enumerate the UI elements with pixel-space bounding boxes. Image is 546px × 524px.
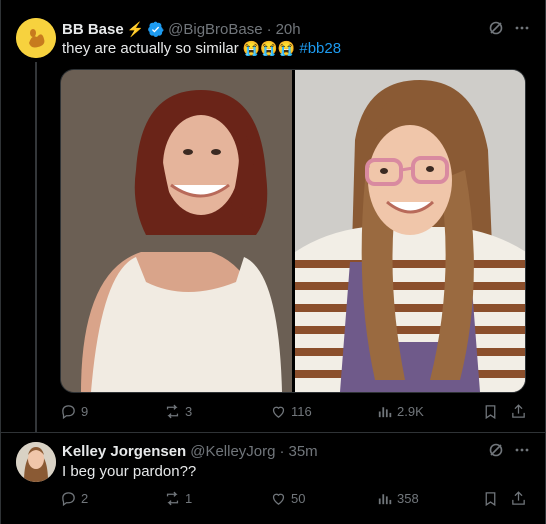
reply-top-actions xyxy=(488,442,530,458)
reply-separator-dot: · xyxy=(279,442,285,460)
reply-icon xyxy=(62,492,75,507)
share-icon xyxy=(512,491,525,505)
bolt-badge: ⚡ xyxy=(126,20,145,37)
like-count: 50 xyxy=(291,491,306,506)
like-button[interactable]: 50 xyxy=(270,490,305,507)
avatar-kelley-jorgensen[interactable] xyxy=(16,442,56,482)
tweet-top-actions xyxy=(488,20,530,36)
reply-actions: 2 1 50 358 xyxy=(60,490,530,510)
views-button[interactable]: 358 xyxy=(376,490,419,507)
reply-icon xyxy=(62,405,75,420)
reply-button[interactable]: 2 xyxy=(60,490,88,507)
repost-count: 1 xyxy=(185,491,193,506)
reply-header: Kelley Jorgensen @KelleyJorg · 35m xyxy=(62,441,318,461)
thread-line xyxy=(35,62,37,432)
bookmark-icon xyxy=(485,405,496,420)
tweet-actions: 9 3 116 2.9K xyxy=(60,403,530,423)
author-name[interactable]: BB Base xyxy=(62,21,124,38)
tweet-media[interactable] xyxy=(60,69,526,393)
reply-author-name[interactable]: Kelley Jorgensen xyxy=(62,443,186,460)
timestamp[interactable]: 20h xyxy=(276,21,301,38)
photo-right[interactable] xyxy=(294,70,525,392)
like-count: 116 xyxy=(291,404,312,419)
tweet-text-body: they are actually so similar xyxy=(62,40,239,57)
repost-button[interactable]: 3 xyxy=(164,403,192,420)
like-icon xyxy=(272,493,285,505)
repost-button[interactable]: 1 xyxy=(164,490,192,507)
separator-dot: · xyxy=(266,20,272,38)
like-button[interactable]: 116 xyxy=(270,403,312,420)
bookmark-icon xyxy=(485,492,496,507)
grok-icon[interactable] xyxy=(488,20,504,36)
views-icon xyxy=(378,407,392,418)
grok-icon[interactable] xyxy=(488,442,504,458)
share-button[interactable] xyxy=(510,403,527,420)
view-count: 358 xyxy=(397,491,419,506)
hashtag-link[interactable]: #bb28 xyxy=(299,40,341,57)
reply-count: 9 xyxy=(81,404,89,419)
tweet-header: BB Base ⚡ @BigBroBase · 20h xyxy=(62,19,301,39)
crying-emoji: 😭😭😭 xyxy=(242,40,296,56)
reply-text: I beg your pardon?? xyxy=(62,463,197,480)
reply-author-handle[interactable]: @KelleyJorg xyxy=(190,443,275,460)
views-icon xyxy=(378,494,392,505)
avatar-bb-base[interactable] xyxy=(16,18,56,58)
more-icon[interactable] xyxy=(514,442,530,458)
bookmark-button[interactable] xyxy=(482,403,499,420)
view-count: 2.9K xyxy=(397,404,424,419)
tweet-text: they are actually so similar 😭😭😭 #bb28 xyxy=(62,40,341,57)
repost-icon xyxy=(166,404,179,419)
reply-count: 2 xyxy=(81,491,89,506)
repost-icon xyxy=(166,491,179,506)
views-button[interactable]: 2.9K xyxy=(376,403,424,420)
like-icon xyxy=(272,406,285,418)
share-button[interactable] xyxy=(510,490,527,507)
photo-left[interactable] xyxy=(61,70,292,392)
verified-badge-icon xyxy=(148,21,164,37)
repost-count: 3 xyxy=(185,404,193,419)
bookmark-button[interactable] xyxy=(482,490,499,507)
share-icon xyxy=(512,404,525,418)
reply-timestamp[interactable]: 35m xyxy=(288,443,317,460)
author-handle[interactable]: @BigBroBase xyxy=(168,21,262,38)
reply-button[interactable]: 9 xyxy=(60,403,88,420)
more-icon[interactable] xyxy=(514,20,530,36)
